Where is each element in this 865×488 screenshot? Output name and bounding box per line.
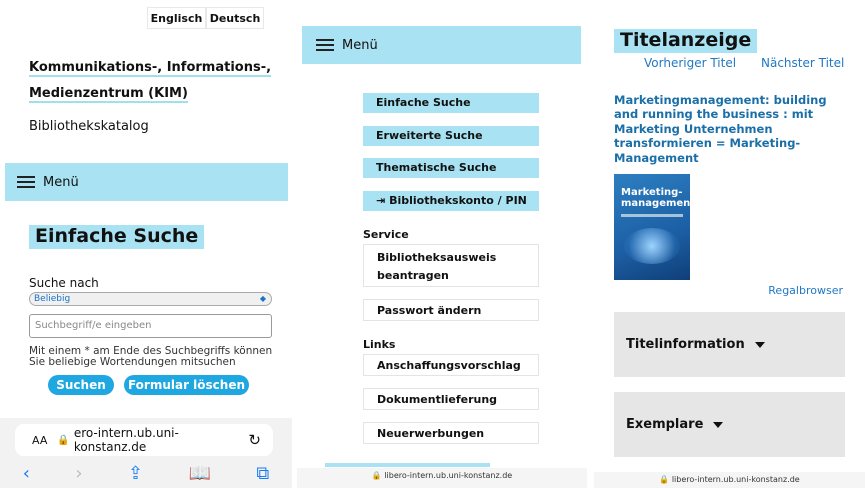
cover-subtitle-bar [621, 214, 683, 217]
chevron-updown-icon: ◆ [259, 294, 266, 303]
page-title: Einfache Suche [29, 225, 205, 249]
menu-toggle[interactable]: Menü [5, 163, 288, 201]
search-hint: Mit einem * am Ende des Suchbegriffs kön… [29, 345, 273, 368]
lang-english-button[interactable]: Englisch [147, 7, 206, 29]
library-card-line-1: Bibliotheksausweis [377, 251, 497, 264]
menu-label: Menü [342, 37, 378, 53]
address-bar[interactable]: AA 🔒 ero-intern.ub.uni-konstanz.de ↻ [15, 424, 273, 456]
title-info-accordion[interactable]: Titelinformation [614, 312, 845, 377]
login-icon: ⇥ [376, 194, 386, 207]
tabs-icon[interactable]: ⧉ [256, 463, 269, 484]
purchase-suggestion-button[interactable]: Anschaffungsvorschlag [363, 354, 539, 376]
book-cover[interactable]: Marketing- management [614, 174, 695, 280]
panel-title-display: Titelanzeige Vorheriger Titel Nächster T… [594, 0, 865, 488]
browser-nav-row: ‹ › ⇪ 📖 ⧉ [0, 459, 292, 488]
catalog-title: Bibliothekskatalog [29, 119, 149, 134]
copies-accordion[interactable]: Exemplare [614, 392, 845, 457]
links-heading: Links [363, 338, 396, 351]
change-password-button[interactable]: Passwort ändern [363, 299, 539, 321]
service-heading: Service [363, 228, 409, 241]
nav-advanced-search[interactable]: Erweiterte Suche [363, 126, 539, 146]
previous-title-link[interactable]: Vorheriger Titel [644, 56, 736, 70]
panel-menu: Menü Einfache Suche Erweiterte Suche The… [297, 0, 587, 488]
search-for-label: Suche nach [29, 276, 99, 290]
menu-bottom-strip [325, 463, 490, 467]
lock-icon: 🔒 [371, 471, 382, 480]
forward-icon[interactable]: › [75, 463, 82, 484]
bookmarks-icon[interactable]: 📖 [189, 463, 211, 484]
shelf-browser-link[interactable]: Regalbrowser [768, 284, 843, 297]
cover-illustration [624, 228, 680, 264]
search-input[interactable]: Suchbegriff/e eingeben [29, 314, 272, 338]
nav-account[interactable]: ⇥ Bibliothekskonto / PIN [363, 191, 539, 211]
title-info-label: Titelinformation [626, 337, 745, 352]
lang-german-button[interactable]: Deutsch [206, 7, 264, 29]
search-placeholder: Suchbegriff/e eingeben [35, 320, 152, 331]
lock-icon: 🔒 [57, 434, 70, 446]
library-card-button[interactable]: Bibliotheksausweis beantragen [363, 244, 539, 287]
back-icon[interactable]: ‹ [23, 463, 30, 484]
caret-down-icon [754, 341, 765, 348]
new-acquisitions-button[interactable]: Neuerwerbungen [363, 422, 539, 444]
nav-account-label: Bibliothekskonto / PIN [389, 194, 527, 207]
cover-title: Marketing- management [621, 187, 695, 209]
cover-title-line-1: Marketing- [621, 187, 683, 198]
lock-icon: 🔒 [659, 475, 670, 484]
library-card-line-2: beantragen [377, 269, 449, 282]
reload-icon[interactable]: ↻ [248, 431, 261, 449]
hamburger-icon [316, 39, 334, 51]
document-delivery-button[interactable]: Dokumentlieferung [363, 388, 539, 410]
select-value: Beliebig [34, 294, 71, 304]
text-size-button[interactable]: AA [32, 434, 47, 447]
url-text: libero-intern.ub.uni-konstanz.de [384, 471, 513, 480]
menu-toggle[interactable]: Menü [302, 26, 581, 64]
url-text: ero-intern.ub.uni-konstanz.de [73, 426, 179, 454]
nav-simple-search[interactable]: Einfache Suche [363, 93, 539, 113]
copies-label: Exemplare [626, 417, 704, 432]
institution-line-1: Kommunikations-, Informations-, [29, 60, 272, 77]
search-field-select[interactable]: Beliebig ◆ [29, 292, 272, 306]
cover-title-line-2: management [621, 198, 696, 209]
menu-label: Menü [43, 174, 79, 190]
url-footer: 🔒 libero-intern.ub.uni-konstanz.de [594, 472, 865, 488]
hamburger-icon [17, 176, 35, 188]
page-title: Titelanzeige [614, 29, 758, 53]
panel-simple-search: Englisch Deutsch Kommunikations-, Inform… [0, 0, 292, 488]
institution-line-2: Medienzentrum (KIM) [29, 86, 188, 103]
nav-thematic-search[interactable]: Thematische Suche [363, 158, 539, 178]
search-button[interactable]: Suchen [48, 375, 114, 395]
institution-name[interactable]: Kommunikations-, Informations-, Medienze… [29, 55, 274, 107]
next-title-link[interactable]: Nächster Titel [761, 56, 844, 70]
caret-down-icon [713, 421, 724, 428]
url-footer: 🔒 libero-intern.ub.uni-konstanz.de [297, 468, 587, 488]
reset-form-button[interactable]: Formular löschen [124, 375, 249, 395]
share-icon[interactable]: ⇪ [128, 463, 143, 484]
book-title: Marketingmanagement: building and runnin… [614, 93, 827, 165]
url-text: libero-intern.ub.uni-konstanz.de [671, 475, 800, 484]
